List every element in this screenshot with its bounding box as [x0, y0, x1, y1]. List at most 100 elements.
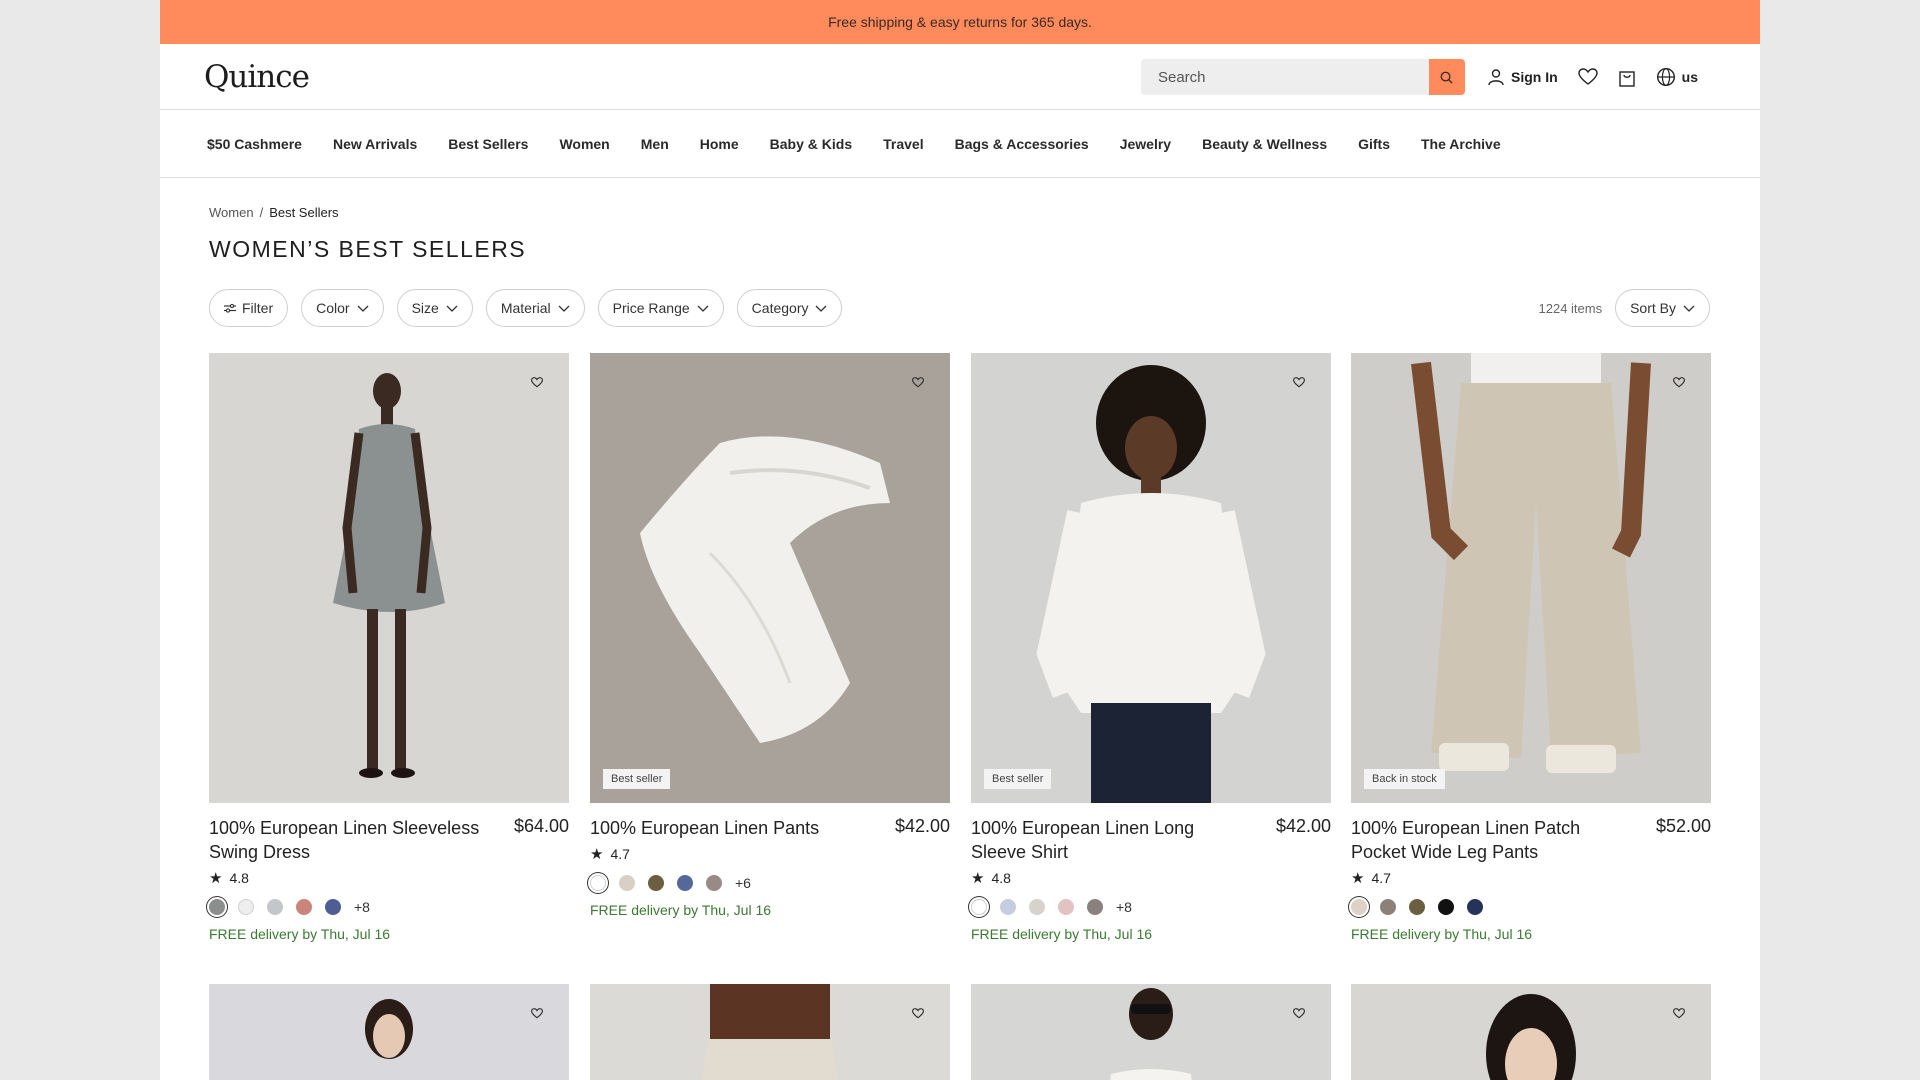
- quince-logo[interactable]: Quince: [204, 59, 310, 95]
- color-swatch[interactable]: [1029, 899, 1045, 915]
- shopping-bag-icon: [1618, 70, 1635, 87]
- site-header: Quince Sign In us: [160, 44, 1760, 110]
- breadcrumb-separator: /: [259, 205, 264, 220]
- product-card[interactable]: 100% European Linen Sleeveless Swing Dre…: [209, 353, 569, 942]
- product-card[interactable]: [590, 984, 950, 1080]
- color-swatch[interactable]: [677, 875, 693, 891]
- color-swatch[interactable]: [296, 899, 312, 915]
- product-card[interactable]: [1351, 984, 1711, 1080]
- color-swatch[interactable]: [590, 875, 606, 891]
- color-swatch[interactable]: [1467, 899, 1483, 915]
- search-button[interactable]: [1428, 59, 1465, 95]
- chevron-down-icon: [1683, 305, 1695, 312]
- nav-item-home[interactable]: Home: [700, 136, 739, 152]
- product-name[interactable]: 100% European Linen Pants: [590, 816, 865, 840]
- color-filter-dropdown[interactable]: Color: [301, 289, 384, 327]
- product-image[interactable]: [209, 353, 569, 803]
- sort-by-label: Sort By: [1630, 300, 1676, 316]
- cart-button[interactable]: [1618, 68, 1636, 87]
- wishlist-heart-icon[interactable]: [912, 377, 924, 388]
- product-card[interactable]: [209, 984, 569, 1080]
- product-image[interactable]: Best seller: [971, 353, 1331, 803]
- product-image[interactable]: Back in stock: [1351, 353, 1711, 803]
- product-photo-shorts: [590, 984, 950, 1080]
- nav-item-baby-kids[interactable]: Baby & Kids: [770, 136, 852, 152]
- wishlist-heart-icon[interactable]: [1673, 377, 1685, 388]
- nav-item-men[interactable]: Men: [641, 136, 669, 152]
- color-swatch[interactable]: [1380, 899, 1396, 915]
- item-count: 1224 items: [1538, 300, 1603, 316]
- color-swatch[interactable]: [971, 899, 987, 915]
- color-swatch[interactable]: [238, 899, 254, 915]
- color-swatch[interactable]: [1438, 899, 1454, 915]
- wishlist-heart-icon[interactable]: [1293, 1008, 1305, 1019]
- product-info: 100% European Linen Patch Pocket Wide Le…: [1351, 803, 1711, 942]
- product-rating: ★ 4.8: [971, 869, 1331, 887]
- breadcrumb: Women / Best Sellers: [209, 205, 339, 220]
- nav-item-beauty-wellness[interactable]: Beauty & Wellness: [1202, 136, 1327, 152]
- product-price: $64.00: [513, 816, 569, 836]
- product-card[interactable]: Back in stock 100% European Linen Patch …: [1351, 353, 1711, 942]
- product-name[interactable]: 100% European Linen Sleeveless Swing Dre…: [209, 816, 484, 864]
- product-rating: ★ 4.8: [209, 869, 569, 887]
- color-swatch[interactable]: [1351, 899, 1367, 915]
- breadcrumb-women[interactable]: Women: [209, 205, 254, 220]
- product-image[interactable]: [1351, 984, 1711, 1080]
- product-image[interactable]: [590, 984, 950, 1080]
- product-card[interactable]: Best seller 100% European Linen Pants $4…: [590, 353, 950, 918]
- size-filter-dropdown[interactable]: Size: [396, 289, 473, 327]
- category-filter-dropdown[interactable]: Category: [736, 289, 843, 327]
- color-swatch[interactable]: [1087, 899, 1103, 915]
- product-photo-tank: [971, 984, 1331, 1080]
- nav-item-cashmere[interactable]: $50 Cashmere: [207, 136, 302, 152]
- filter-button[interactable]: Filter: [209, 289, 289, 327]
- product-image[interactable]: Best seller: [590, 353, 950, 803]
- search-input[interactable]: [1140, 59, 1429, 95]
- more-colors[interactable]: +8: [1116, 899, 1132, 915]
- wishlist-heart-icon[interactable]: [912, 1008, 924, 1019]
- delivery-info: FREE delivery by Thu, Jul 16: [590, 902, 772, 918]
- wishlist-heart-icon[interactable]: [531, 377, 543, 388]
- product-image[interactable]: [209, 984, 569, 1080]
- sort-by-dropdown[interactable]: Sort By: [1615, 289, 1710, 327]
- star-icon: ★: [971, 870, 985, 887]
- product-card[interactable]: [971, 984, 1331, 1080]
- main-nav: $50 Cashmere New Arrivals Best Sellers W…: [160, 110, 1760, 178]
- wishlist-heart-icon[interactable]: [531, 1008, 543, 1019]
- nav-item-new-arrivals[interactable]: New Arrivals: [333, 136, 417, 152]
- color-swatch[interactable]: [267, 899, 283, 915]
- color-swatch[interactable]: [1409, 899, 1425, 915]
- product-name[interactable]: 100% European Linen Long Sleeve Shirt: [971, 816, 1246, 864]
- wishlist-button[interactable]: [1577, 68, 1598, 86]
- product-image[interactable]: [971, 984, 1331, 1080]
- product-card[interactable]: Best seller 100% European Linen Long Sle…: [971, 353, 1331, 942]
- material-filter-dropdown[interactable]: Material: [485, 289, 585, 327]
- nav-item-best-sellers[interactable]: Best Sellers: [448, 136, 528, 152]
- color-swatch[interactable]: [1058, 899, 1074, 915]
- wishlist-heart-icon[interactable]: [1673, 1008, 1685, 1019]
- color-swatch[interactable]: [209, 899, 225, 915]
- color-swatch[interactable]: [619, 875, 635, 891]
- region-selector[interactable]: us: [1656, 67, 1698, 87]
- nav-item-gifts[interactable]: Gifts: [1358, 136, 1390, 152]
- sign-in-link[interactable]: Sign In: [1487, 68, 1558, 86]
- more-colors[interactable]: +6: [735, 875, 751, 891]
- delivery-info: FREE delivery by Thu, Jul 16: [209, 926, 391, 942]
- nav-item-bags-accessories[interactable]: Bags & Accessories: [955, 136, 1089, 152]
- nav-item-women[interactable]: Women: [559, 136, 609, 152]
- heart-icon: [1577, 68, 1598, 85]
- nav-item-the-archive[interactable]: The Archive: [1421, 136, 1501, 152]
- product-name[interactable]: 100% European Linen Patch Pocket Wide Le…: [1351, 816, 1626, 864]
- more-colors[interactable]: +8: [354, 899, 370, 915]
- rating-value: 4.7: [1371, 870, 1391, 886]
- color-swatch[interactable]: [648, 875, 664, 891]
- nav-item-jewelry[interactable]: Jewelry: [1120, 136, 1171, 152]
- wishlist-heart-icon[interactable]: [1293, 377, 1305, 388]
- search-bar: [1140, 59, 1465, 95]
- color-swatch[interactable]: [325, 899, 341, 915]
- nav-item-travel[interactable]: Travel: [883, 136, 923, 152]
- price-range-filter-label: Price Range: [612, 300, 690, 316]
- color-swatch[interactable]: [1000, 899, 1016, 915]
- price-range-filter-dropdown[interactable]: Price Range: [597, 289, 724, 327]
- color-swatch[interactable]: [706, 875, 722, 891]
